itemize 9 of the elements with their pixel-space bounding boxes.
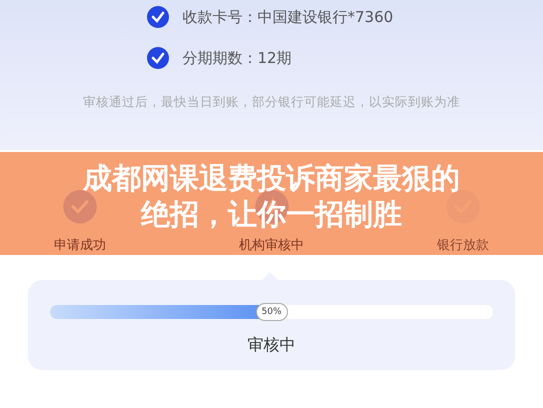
note-text: 审核通过后，最快当日到账，部分银行可能延迟，以实际到账为准 (83, 93, 460, 111)
progress-reading: 50% (256, 303, 288, 321)
step-label: 申请成功 (54, 236, 106, 254)
step-label: 机构审核中 (239, 236, 304, 254)
info-text: 收款卡号：中国建设银行*7360 (182, 7, 394, 28)
status-text: 审核中 (248, 334, 296, 356)
banner-title: 成都网课退费投诉商家最狠的绝招，让你一招制胜 (82, 160, 461, 232)
info-text: 分期期数：12期 (182, 48, 292, 68)
step-label: 银行放款 (437, 236, 489, 254)
